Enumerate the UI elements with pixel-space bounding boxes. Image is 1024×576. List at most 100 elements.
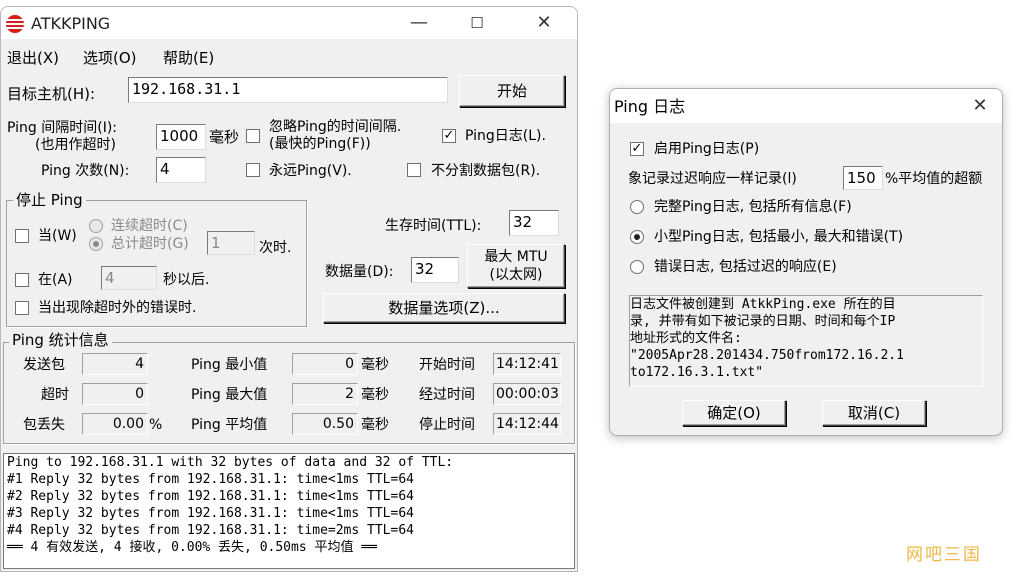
min-value: 0 [292, 353, 358, 375]
note-line: 录, 并带有如下被记录的日期、时间和每个IP [630, 314, 896, 329]
late-response-label: 象记录过迟响应一样记录(l) [628, 171, 797, 187]
title-bar[interactable]: ATKKPING — ☐ ✕ [1, 7, 577, 39]
log-summary: ══ 4 有效发送, 4 接收, 0.00% 丢失, 0.50ms 平均值 ══ [7, 540, 377, 555]
note-line: to172.16.3.1.txt" [630, 365, 764, 380]
timeout-value: 0 [82, 383, 148, 405]
atkkping-window: ATKKPING — ☐ ✕ 退出(X) 选项(O) 帮助(E) 目标主机(H)… [0, 6, 578, 572]
ignore-interval-checkbox[interactable] [246, 129, 260, 143]
log-line: #2 Reply 32 bytes from 192.168.31.1: tim… [7, 489, 414, 504]
stop-when-label: 当(W) [38, 228, 77, 244]
min-label: Ping 最小值 [191, 357, 268, 373]
ttl-label: 生存时间(TTL): [385, 218, 482, 234]
dialog-close-icon[interactable]: ✕ [962, 94, 998, 118]
no-fragment-checkbox[interactable] [407, 163, 421, 177]
timeout-label: 超时 [41, 387, 69, 403]
interval-label: Ping 间隔时间(I): [7, 120, 118, 136]
total-timeout-radio[interactable] [89, 237, 103, 251]
total-timeout-label: 总计超时(G) [111, 236, 189, 252]
log-line: #1 Reply 32 bytes from 192.168.31.1: tim… [7, 472, 414, 487]
data-options-button[interactable]: 数据量选项(Z)... [323, 293, 565, 323]
ping-log-dialog: Ping 日志 ✕ ✓ 启用Ping日志(P) 象记录过迟响应一样记录(l) 1… [609, 88, 1003, 436]
stop-ping-title: 停止 Ping [13, 191, 86, 209]
sent-value: 4 [82, 353, 148, 375]
ping-output-log[interactable]: Ping to 192.168.31.1 with 32 bytes of da… [3, 453, 575, 569]
menu-options[interactable]: 选项(O) [83, 47, 137, 68]
minimize-icon[interactable]: — [401, 11, 437, 35]
count-label: Ping 次数(N): [41, 163, 130, 179]
late-response-input[interactable]: 150 [843, 166, 883, 190]
sent-label: 发送包 [23, 357, 65, 373]
loss-label: 包丢失 [23, 417, 65, 433]
full-log-label: 完整Ping日志, 包括所有信息(F) [654, 199, 852, 215]
watermark-logo: 网吧三国 [906, 545, 982, 565]
stop-when-checkbox[interactable] [15, 229, 29, 243]
menu-exit[interactable]: 退出(X) [7, 47, 59, 68]
host-input[interactable]: 192.168.31.1 [128, 77, 448, 103]
app-icon [6, 15, 24, 33]
ok-button[interactable]: 确定(O) [682, 400, 786, 426]
ping-log-label: Ping日志(L). [465, 128, 546, 144]
window-title: ATKKPING [31, 14, 111, 33]
menu-help[interactable]: 帮助(E) [163, 47, 214, 68]
stop-on-error-label: 当出现除超时外的错误时. [38, 300, 197, 316]
max-label: Ping 最大值 [191, 387, 268, 403]
note-line: 地址形式的文件名: [630, 331, 742, 346]
max-value: 2 [292, 383, 358, 405]
error-log-radio[interactable] [630, 260, 644, 274]
stop-on-error-checkbox[interactable] [15, 301, 29, 315]
late-response-suffix: %平均值的超额 [885, 171, 983, 187]
log-file-note: 日志文件被创建到 AtkkPing.exe 所在的目 录, 并带有如下被记录的日… [629, 295, 983, 387]
start-button[interactable]: 开始 [459, 75, 565, 107]
count-input[interactable]: 4 [156, 157, 206, 183]
elapsed-label: 经过时间 [419, 387, 475, 403]
data-size-input[interactable]: 32 [411, 257, 459, 283]
start-time-value: 14:12:41 [493, 353, 561, 375]
stop-after-label: 在(A) [38, 272, 73, 288]
stop-time-label: 停止时间 [419, 417, 475, 433]
ignore-interval-label: 忽略Ping的时间间隔. [269, 119, 402, 135]
compact-log-label: 小型Ping日志, 包括最小, 最大和错误(T) [654, 229, 904, 245]
menu-bar: 退出(X) 选项(O) 帮助(E) [1, 43, 577, 69]
min-unit: 毫秒 [361, 357, 389, 373]
stop-after-checkbox[interactable] [15, 273, 29, 287]
consecutive-timeout-label: 连续超时(C) [111, 218, 188, 234]
stop-time-value: 14:12:44 [493, 413, 561, 435]
forever-ping-label: 永远Ping(V). [269, 163, 352, 179]
max-mtu-button[interactable]: 最大 MTU (以太网) [467, 244, 565, 288]
times-label: 次时. [259, 240, 292, 256]
cancel-button[interactable]: 取消(C) [822, 400, 926, 426]
avg-unit: 毫秒 [361, 417, 389, 433]
error-log-label: 错误日志, 包括过迟的响应(E) [654, 259, 837, 275]
close-icon[interactable]: ✕ [526, 11, 562, 35]
data-size-label: 数据量(D): [325, 264, 394, 280]
interval-input[interactable]: 1000 [156, 124, 206, 150]
full-log-radio[interactable] [630, 200, 644, 214]
log-line: #4 Reply 32 bytes from 192.168.31.1: tim… [7, 523, 414, 538]
seconds-label: 秒以后. [163, 272, 210, 288]
loss-percent: % [149, 417, 163, 433]
forever-ping-checkbox[interactable] [246, 163, 260, 177]
timeout-count-input[interactable]: 1 [207, 231, 255, 255]
max-unit: 毫秒 [361, 387, 389, 403]
ttl-input[interactable]: 32 [509, 210, 559, 236]
maximize-icon[interactable]: ☐ [459, 11, 495, 35]
consecutive-timeout-radio[interactable] [89, 219, 103, 233]
ping-log-checkbox[interactable]: ✓ [442, 129, 456, 143]
avg-value: 0.50 [292, 413, 358, 435]
enable-ping-log-label: 启用Ping日志(P) [654, 141, 760, 157]
start-time-label: 开始时间 [419, 357, 475, 373]
note-line: 日志文件被创建到 AtkkPing.exe 所在的目 [630, 297, 896, 312]
loss-value: 0.00 [82, 413, 148, 435]
note-line: "2005Apr28.201434.750from172.16.2.1 [630, 348, 904, 363]
no-fragment-label: 不分割数据包(R). [431, 163, 541, 179]
enable-ping-log-checkbox[interactable]: ✓ [630, 142, 644, 156]
host-label: 目标主机(H): [7, 85, 96, 103]
dialog-title-bar[interactable]: Ping 日志 ✕ [610, 89, 1002, 123]
compact-log-radio[interactable] [630, 230, 644, 244]
log-line: Ping to 192.168.31.1 with 32 bytes of da… [7, 455, 454, 470]
elapsed-value: 00:00:03 [493, 383, 561, 405]
max-mtu-line1: 最大 MTU [484, 249, 548, 265]
log-line: #3 Reply 32 bytes from 192.168.31.1: tim… [7, 506, 414, 521]
seconds-input[interactable]: 4 [101, 266, 157, 290]
interval-unit: 毫秒 [209, 128, 240, 146]
